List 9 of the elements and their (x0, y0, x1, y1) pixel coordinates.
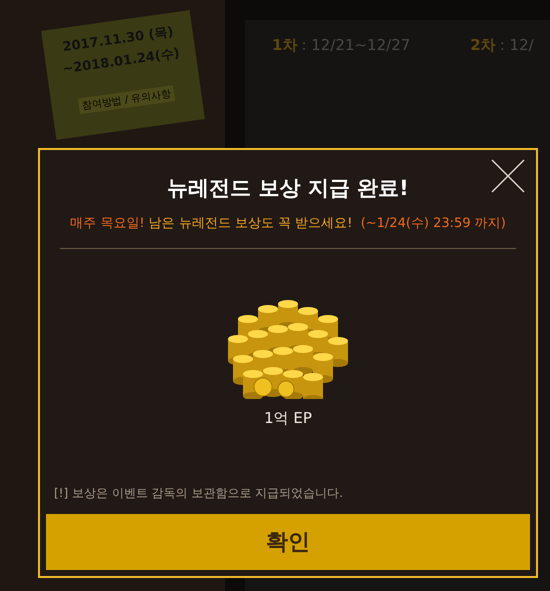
dialog-title: 뉴레전드 보상 지급 완료! (167, 175, 409, 202)
close-button[interactable] (490, 158, 526, 194)
round-label: 1차 (272, 36, 298, 55)
close-icon (490, 158, 526, 194)
confirm-button[interactable]: 확인 (46, 514, 530, 570)
round-label: 2차 (470, 36, 496, 55)
dialog-subtitle: 매주 목요일! 남은 뉴레전드 보상도 꼭 받으세요! (~1/24(수) 23:59 까지) (70, 215, 506, 232)
reward-label: 1억 EP (264, 409, 312, 428)
notice-text: [!] 보상은 이벤트 감독의 보관함으로 지급되었습니다. (54, 485, 344, 502)
